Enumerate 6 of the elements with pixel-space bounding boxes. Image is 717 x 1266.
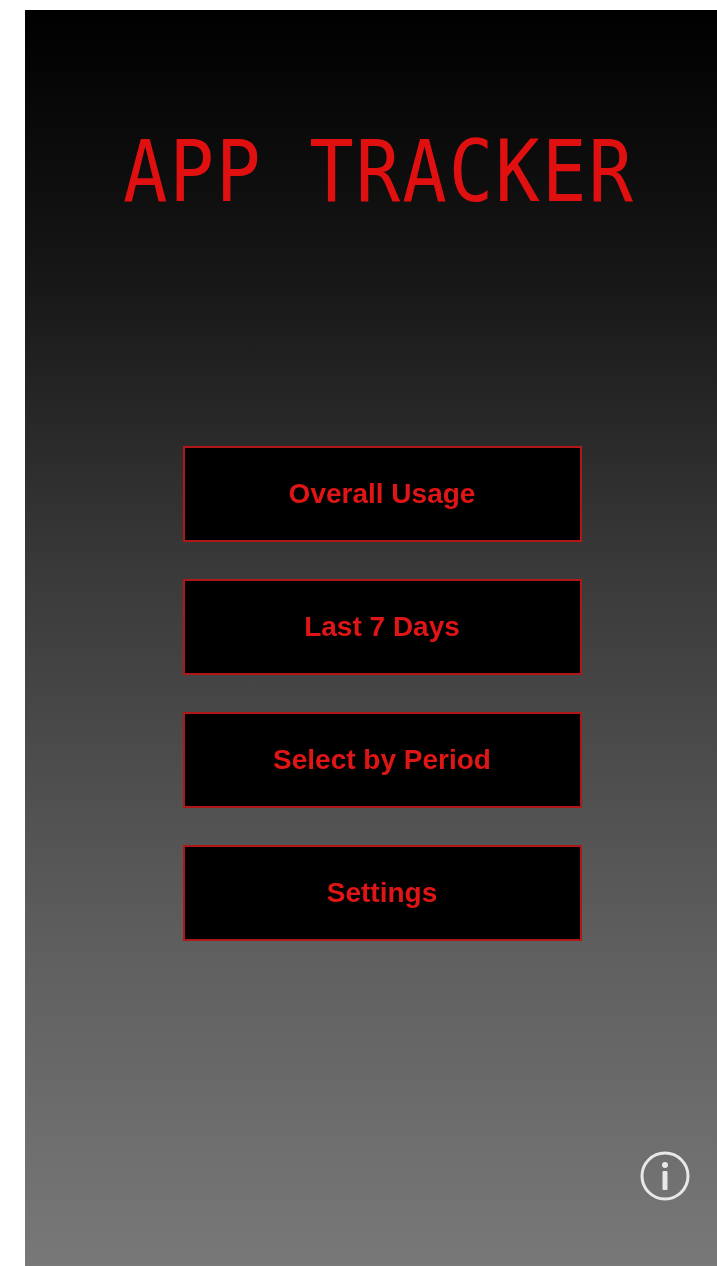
menu-button[interactable]: Select by Period	[182, 712, 582, 808]
info-icon[interactable]	[639, 1150, 691, 1202]
menu-button[interactable]: Overall Usage	[182, 446, 582, 542]
menu-button[interactable]: Last 7 Days	[182, 579, 582, 675]
menu-button[interactable]: Settings	[182, 845, 582, 941]
app-title: APP TRACKER	[122, 121, 636, 221]
